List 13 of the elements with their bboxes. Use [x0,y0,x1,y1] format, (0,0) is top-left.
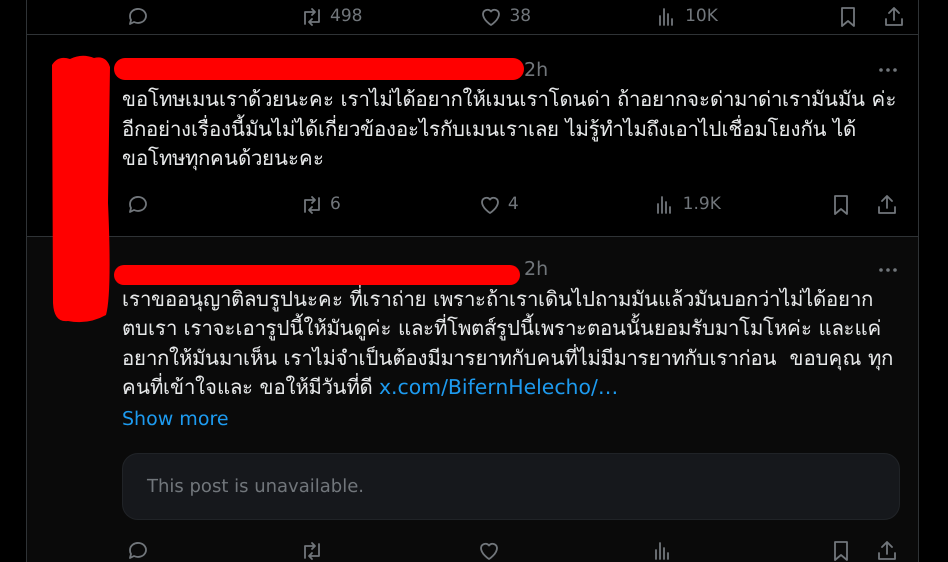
action-count: 4 [508,192,519,216]
action-count: 38 [509,5,532,28]
action-count: 6 [330,192,341,216]
post-text: เราขออนุญาติลบรูปนะคะ ที่เราถ่าย เพราะถ้าเราเดินไปถามมันแล้วมันบอกว่าไม่ได้อยาก ตบเรา เราจะเอารูปนี้ให้มันดูค่ะ และที่โพตส์รูปนี้เพราะตอนนั้นยอมรับมาโมโหค่ะ และแค่ อยากให้มันมาเห็น เราไม่จำเป็นต้องมีมารยาทกับคนที่ไม่มีมารยาทกับเราก่อน ขอบคุณ ทุกคนที่เข้าใจและ ขอให้มีวันที่ดี x.com/BifernHelecho/… [122,284,894,401]
quote-card: This post is unavailable. [122,453,900,520]
post-text: ขอโทษเมนเราด้วยนะคะ เราไม่ได้อยากให้เมนเราโดนด่า ถ้าอยากจะด่ามาด่าเรามันมัน ค่ะ อีกอย่างเรื่องนี้มันไม่ได้เกี่ยวข้องอะไรกับเมนเราเลย ไม่รู้ทำไมถึงเอาไปเชื่อมโยงกัน ได้ ขอโทษทุกคนด้วยนะคะ [122,86,898,172]
post-time[interactable]: 2h [524,56,548,84]
post-link[interactable]: x.com/BifernHelecho/… [378,375,618,399]
action-count: 10K [685,5,718,28]
action-count: 498 [330,5,362,28]
show-more-link[interactable]: Show more [122,404,900,433]
action-count: 1.9K [682,192,721,216]
post-time[interactable]: 2h [524,255,548,284]
